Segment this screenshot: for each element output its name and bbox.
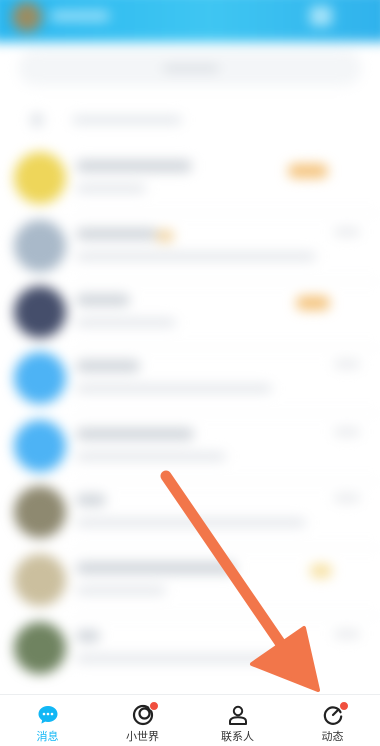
avatar — [14, 220, 66, 272]
chat-title-blurred — [76, 630, 100, 642]
status-badge — [296, 296, 330, 310]
qq-main-screen: 消息 小世界 联系人 动态 — [0, 0, 380, 746]
bottom-tab-bar: 消息 小世界 联系人 动态 — [0, 694, 380, 746]
chat-list-item[interactable] — [0, 414, 380, 482]
feed-icon — [321, 701, 349, 727]
chat-title-blurred — [76, 228, 158, 240]
avatar — [14, 352, 66, 404]
chat-title-blurred — [76, 562, 236, 574]
chat-list-item[interactable] — [0, 480, 380, 548]
chat-title-blurred — [76, 494, 106, 506]
avatar — [14, 152, 66, 204]
avatar — [14, 622, 66, 674]
tab-small-world[interactable]: 小世界 — [95, 695, 190, 746]
tab-messages[interactable]: 消息 — [0, 695, 95, 746]
status-badge — [310, 564, 332, 578]
plus-icon[interactable] — [310, 6, 332, 26]
chat-list-item[interactable] — [0, 346, 380, 414]
chat-preview-blurred — [76, 518, 306, 527]
chat-list-item[interactable] — [0, 548, 380, 616]
search-input[interactable] — [18, 50, 362, 86]
avatar — [14, 286, 66, 338]
chat-preview-blurred — [76, 318, 176, 327]
avatar — [14, 486, 66, 538]
chat-preview-blurred — [76, 452, 226, 461]
timestamp-blurred — [334, 228, 360, 236]
chat-title-blurred — [76, 160, 192, 172]
chat-list-item[interactable] — [0, 280, 380, 348]
status-badge — [156, 230, 174, 242]
message-icon — [36, 703, 60, 727]
chat-preview-blurred — [76, 252, 316, 261]
avatar — [14, 554, 66, 606]
tab-messages-label: 消息 — [36, 730, 59, 743]
search-placeholder-blurred — [163, 65, 219, 72]
tab-small-world-label: 小世界 — [126, 730, 159, 743]
profile-avatar[interactable] — [12, 2, 42, 32]
chat-preview-blurred — [76, 184, 146, 193]
tab-contacts[interactable]: 联系人 — [190, 695, 285, 746]
contacts-icon — [226, 703, 250, 727]
timestamp-blurred — [334, 428, 360, 436]
status-badge — [288, 164, 328, 178]
chat-list-item[interactable] — [0, 214, 380, 282]
chat-preview-blurred — [76, 654, 286, 663]
notification-dot — [338, 701, 349, 711]
device-icon — [30, 113, 44, 127]
notification-dot — [148, 701, 159, 711]
timestamp-blurred — [334, 360, 360, 368]
chat-preview-blurred — [76, 586, 166, 595]
timestamp-blurred — [334, 630, 360, 638]
chat-title-blurred — [76, 294, 130, 306]
small-world-icon — [131, 701, 159, 727]
avatar — [14, 420, 66, 472]
tab-contacts-label: 联系人 — [221, 730, 254, 743]
timestamp-blurred — [334, 494, 360, 502]
chat-list-item[interactable] — [0, 616, 380, 684]
device-login-row[interactable] — [20, 112, 360, 128]
tab-feed[interactable]: 动态 — [285, 695, 380, 746]
blurred-chat-list — [0, 0, 380, 700]
chat-preview-blurred — [76, 384, 272, 393]
device-text-blurred — [72, 116, 182, 124]
tab-feed-label: 动态 — [321, 730, 344, 743]
chat-title-blurred — [76, 428, 194, 440]
header-title-blurred — [50, 10, 110, 22]
chat-title-blurred — [76, 360, 140, 372]
chat-list-item[interactable] — [0, 146, 380, 214]
top-header — [0, 0, 380, 42]
